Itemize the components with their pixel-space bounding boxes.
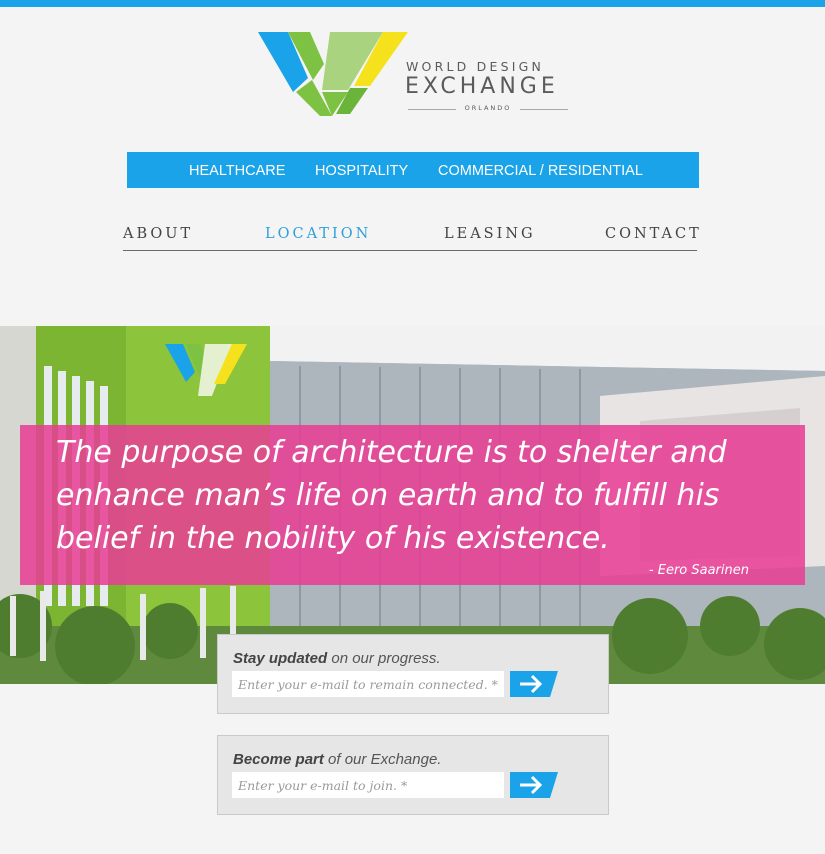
main-nav: ABOUT LOCATION LEASING CONTACT [123, 222, 699, 251]
logo-line-3: ORLANDO [464, 104, 512, 112]
logo-line-2: EXCHANGE [405, 74, 559, 99]
nav-location-link[interactable]: LOCATION [265, 226, 371, 242]
logo-line-1: WORLD DESIGN [406, 59, 545, 74]
logo-rule-right [520, 109, 568, 110]
logo-rule-left [408, 109, 456, 110]
quote-banner: The purpose of architecture is to shelte… [20, 425, 805, 585]
quote-text: The purpose of architecture is to shelte… [56, 435, 727, 556]
logo-w-mark-icon [258, 32, 408, 116]
stay-updated-submit-button[interactable] [510, 671, 558, 697]
cat-commercial-residential-link[interactable]: COMMERCIAL / RESIDENTIAL [438, 163, 643, 179]
quote-author: - Eero Saarinen [648, 563, 749, 578]
nav-about-link[interactable]: ABOUT [123, 226, 193, 242]
stay-updated-label-rest: on our progress. [327, 650, 441, 667]
become-part-submit-button[interactable] [510, 772, 558, 798]
nav-leasing-link[interactable]: LEASING [444, 226, 536, 242]
stay-updated-label-bold: Stay updated [233, 650, 328, 667]
become-part-label-rest: of our Exchange. [323, 751, 442, 768]
stay-updated-form: Stay updated on our progress. [217, 634, 609, 714]
category-nav: HEALTHCARE HOSPITALITY COMMERCIAL / RESI… [127, 152, 699, 188]
cat-hospitality-link[interactable]: HOSPITALITY [315, 163, 408, 179]
nav-contact-link[interactable]: CONTACT [605, 226, 702, 242]
cat-healthcare-link[interactable]: HEALTHCARE [189, 163, 285, 179]
become-part-form: Become part of our Exchange. [217, 735, 609, 815]
become-part-email-input[interactable] [232, 772, 504, 798]
top-accent-bar [0, 0, 825, 7]
become-part-label: Become part of our Exchange. [233, 751, 441, 768]
become-part-label-bold: Become part [233, 751, 324, 768]
stay-updated-email-input[interactable] [232, 671, 504, 697]
site-logo[interactable]: WORLD DESIGN EXCHANGE ORLANDO [258, 30, 578, 120]
stay-updated-label: Stay updated on our progress. [233, 650, 441, 667]
